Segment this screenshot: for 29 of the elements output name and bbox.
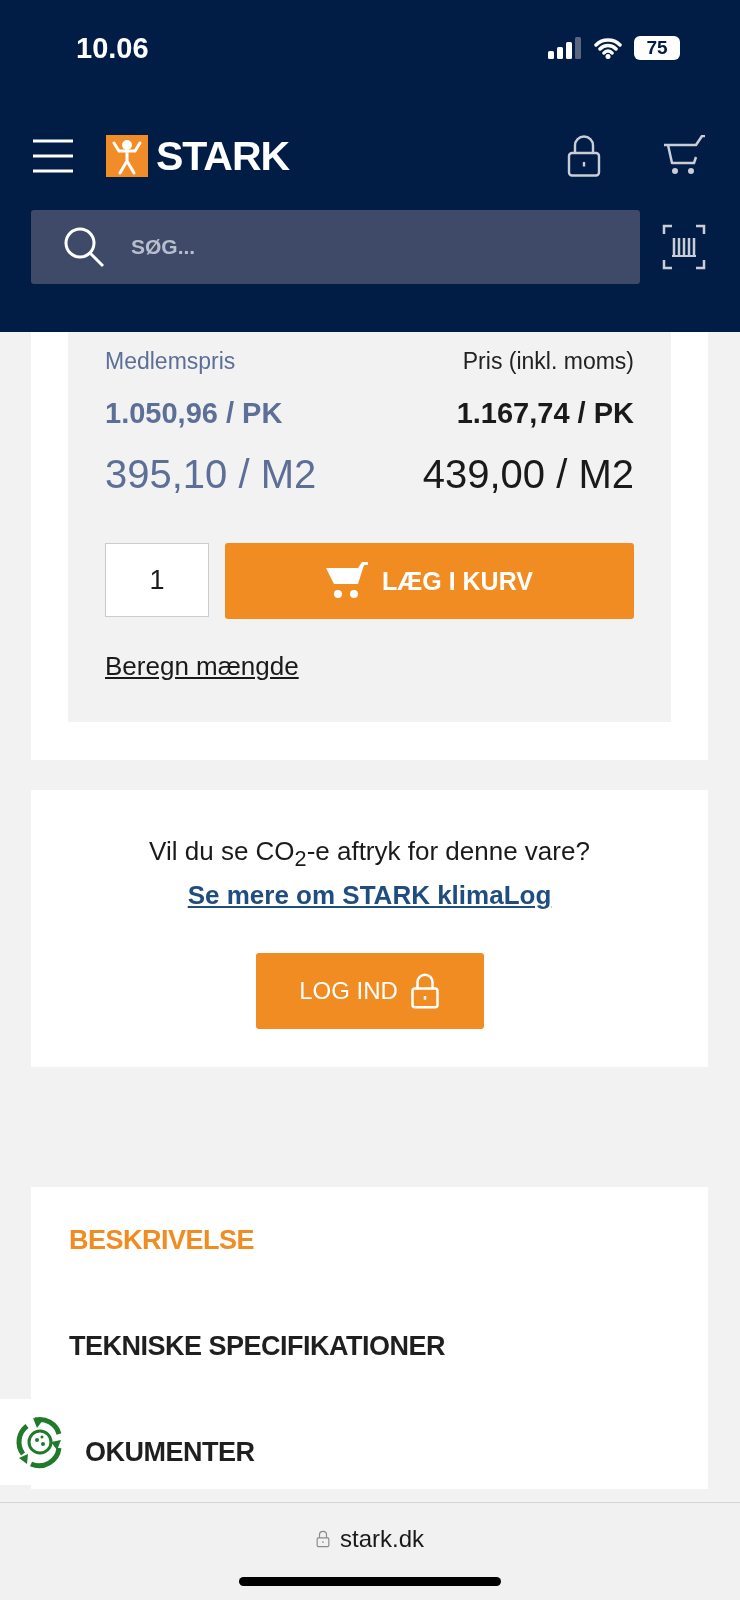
quantity-field[interactable]: 1 [105, 543, 209, 617]
price-label: Pris (inkl. moms) [461, 348, 634, 375]
section-tab[interactable]: OKUMENTER [85, 1399, 255, 1506]
battery-level: 75 [634, 36, 680, 60]
member-price-label: Medlemspris [105, 348, 237, 375]
menu-icon[interactable] [33, 139, 73, 173]
climate-question: Vil du se CO$_{2}$-e aftryk for denne vare? [148, 835, 591, 874]
lock-icon [409, 972, 440, 1011]
barcode-scan-icon[interactable] [662, 224, 706, 270]
lock-icon[interactable] [566, 133, 602, 179]
wifi-icon [594, 37, 622, 59]
section-tab[interactable]: TEKNISKE SPECIFIKATIONER [69, 1293, 446, 1400]
area-price: 439,00 / M2 [422, 452, 634, 497]
klimalog-link[interactable]: Se mere om STARK klimaLog [187, 880, 552, 912]
search-icon [63, 226, 105, 268]
member-area-price: 395,10 / M2 [105, 452, 318, 497]
cart-icon [326, 562, 368, 600]
logo-icon [106, 135, 148, 177]
search-field[interactable]: SØG... [131, 210, 640, 284]
signal-icon [548, 37, 582, 59]
logo-text: STARK [156, 132, 290, 180]
calculate-quantity-link[interactable]: Beregn mængde [105, 651, 299, 682]
lock-icon [316, 1530, 330, 1548]
cart-icon[interactable] [662, 135, 706, 177]
url-text[interactable]: stark.dk [340, 1525, 424, 1553]
member-price: 1.050,96 / PK [105, 397, 284, 430]
price: 1.167,74 / PK [455, 397, 634, 430]
search-field[interactable]: SØG... [31, 210, 640, 284]
status-time: 10.06 [76, 31, 150, 65]
